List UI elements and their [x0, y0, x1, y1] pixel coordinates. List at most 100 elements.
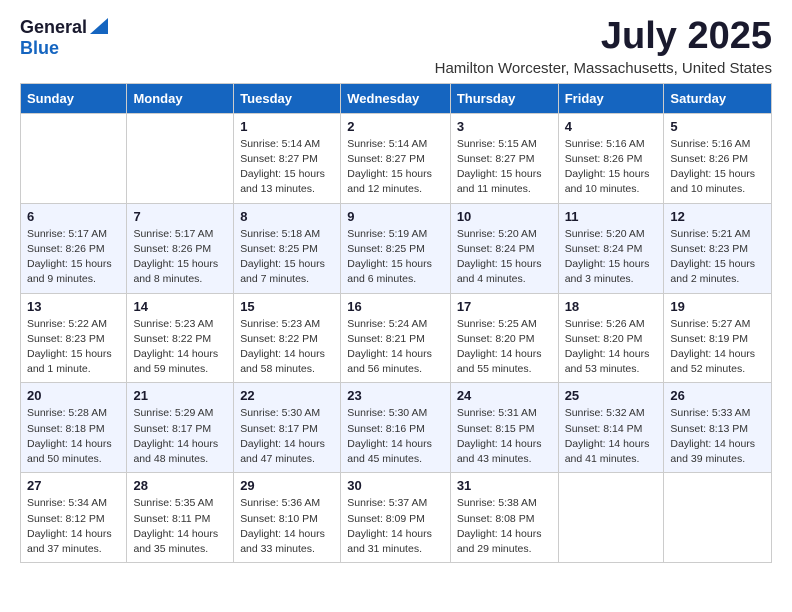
day-number: 7: [133, 209, 227, 224]
logo-triangle-icon: [90, 18, 108, 39]
table-row: 11 Sunrise: 5:20 AMSunset: 8:24 PMDayligh…: [558, 203, 664, 293]
day-info: Sunrise: 5:28 AMSunset: 8:18 PMDaylight:…: [27, 406, 120, 467]
day-info: Sunrise: 5:23 AMSunset: 8:22 PMDaylight:…: [240, 317, 334, 378]
day-number: 6: [27, 209, 120, 224]
day-number: 28: [133, 478, 227, 493]
table-row: 14 Sunrise: 5:23 AMSunset: 8:22 PMDayligh…: [127, 293, 234, 383]
day-info: Sunrise: 5:20 AMSunset: 8:24 PMDaylight:…: [457, 227, 552, 288]
day-number: 14: [133, 299, 227, 314]
table-row: 2Sunrise: 5:14 AMSunset: 8:27 PMDaylight…: [341, 113, 451, 203]
day-info: Sunrise: 5:23 AMSunset: 8:22 PMDaylight:…: [133, 317, 227, 378]
day-info: Sunrise: 5:30 AMSunset: 8:17 PMDaylight:…: [240, 406, 334, 467]
calendar-week-row: 13Sunrise: 5:22 AMSunset: 8:23 PMDayligh…: [21, 293, 772, 383]
day-number: 29: [240, 478, 334, 493]
day-info: Sunrise: 5:37 AMSunset: 8:09 PMDaylight:…: [347, 496, 444, 557]
day-number: 11: [565, 209, 658, 224]
table-row: 19 Sunrise: 5:27 AMSunset: 8:19 PMDayligh…: [664, 293, 772, 383]
day-info: Sunrise: 5:30 AMSunset: 8:16 PMDaylight:…: [347, 406, 444, 467]
day-info: Sunrise: 5:33 AMSunset: 8:13 PMDaylight:…: [670, 406, 765, 467]
table-row: 31 Sunrise: 5:38 AMSunset: 8:08 PMDayligh…: [450, 473, 558, 563]
table-row: 12 Sunrise: 5:21 AMSunset: 8:23 PMDayligh…: [664, 203, 772, 293]
calendar-header-row: Sunday Monday Tuesday Wednesday Thursday…: [21, 83, 772, 113]
table-row: 8 Sunrise: 5:18 AMSunset: 8:25 PMDaylight…: [234, 203, 341, 293]
table-row: 7 Sunrise: 5:17 AMSunset: 8:26 PMDaylight…: [127, 203, 234, 293]
header-wednesday: Wednesday: [341, 83, 451, 113]
table-row: [664, 473, 772, 563]
day-info: Sunrise: 5:31 AMSunset: 8:15 PMDaylight:…: [457, 406, 552, 467]
day-number: 13: [27, 299, 120, 314]
day-number: 15: [240, 299, 334, 314]
table-row: 18 Sunrise: 5:26 AMSunset: 8:20 PMDayligh…: [558, 293, 664, 383]
table-row: 10Sunrise: 5:20 AMSunset: 8:24 PMDayligh…: [450, 203, 558, 293]
calendar-week-row: 27 Sunrise: 5:34 AMSunset: 8:12 PMDayligh…: [21, 473, 772, 563]
day-number: 22: [240, 388, 334, 403]
table-row: 4 Sunrise: 5:16 AMSunset: 8:26 PMDaylight…: [558, 113, 664, 203]
day-info: Sunrise: 5:15 AMSunset: 8:27 PMDaylight:…: [457, 137, 552, 198]
header-sunday: Sunday: [21, 83, 127, 113]
day-number: 24: [457, 388, 552, 403]
day-number: 18: [565, 299, 658, 314]
table-row: 26 Sunrise: 5:33 AMSunset: 8:13 PMDayligh…: [664, 383, 772, 473]
day-number: 8: [240, 209, 334, 224]
day-number: 19: [670, 299, 765, 314]
table-row: 13Sunrise: 5:22 AMSunset: 8:23 PMDayligh…: [21, 293, 127, 383]
day-info: Sunrise: 5:14 AMSunset: 8:27 PMDaylight:…: [347, 137, 444, 198]
header-monday: Monday: [127, 83, 234, 113]
day-number: 3: [457, 119, 552, 134]
day-info: Sunrise: 5:27 AMSunset: 8:19 PMDaylight:…: [670, 317, 765, 378]
day-info: Sunrise: 5:17 AMSunset: 8:26 PMDaylight:…: [27, 227, 120, 288]
day-number: 12: [670, 209, 765, 224]
table-row: 28Sunrise: 5:35 AMSunset: 8:11 PMDayligh…: [127, 473, 234, 563]
day-number: 4: [565, 119, 658, 134]
day-info: Sunrise: 5:38 AMSunset: 8:08 PMDaylight:…: [457, 496, 552, 557]
day-info: Sunrise: 5:17 AMSunset: 8:26 PMDaylight:…: [133, 227, 227, 288]
table-row: 23 Sunrise: 5:30 AMSunset: 8:16 PMDayligh…: [341, 383, 451, 473]
table-row: 21 Sunrise: 5:29 AMSunset: 8:17 PMDayligh…: [127, 383, 234, 473]
table-row: 29 Sunrise: 5:36 AMSunset: 8:10 PMDayligh…: [234, 473, 341, 563]
day-number: 1: [240, 119, 334, 134]
day-info: Sunrise: 5:21 AMSunset: 8:23 PMDaylight:…: [670, 227, 765, 288]
day-info: Sunrise: 5:14 AMSunset: 8:27 PMDaylight:…: [240, 137, 334, 198]
day-number: 31: [457, 478, 552, 493]
table-row: [21, 113, 127, 203]
day-info: Sunrise: 5:26 AMSunset: 8:20 PMDaylight:…: [565, 317, 658, 378]
header-thursday: Thursday: [450, 83, 558, 113]
table-row: 27 Sunrise: 5:34 AMSunset: 8:12 PMDayligh…: [21, 473, 127, 563]
day-info: Sunrise: 5:34 AMSunset: 8:12 PMDaylight:…: [27, 496, 120, 557]
day-info: Sunrise: 5:18 AMSunset: 8:25 PMDaylight:…: [240, 227, 334, 288]
table-row: 9 Sunrise: 5:19 AMSunset: 8:25 PMDaylight…: [341, 203, 451, 293]
day-number: 9: [347, 209, 444, 224]
day-info: Sunrise: 5:32 AMSunset: 8:14 PMDaylight:…: [565, 406, 658, 467]
day-info: Sunrise: 5:19 AMSunset: 8:25 PMDaylight:…: [347, 227, 444, 288]
table-row: 6 Sunrise: 5:17 AMSunset: 8:26 PMDaylight…: [21, 203, 127, 293]
day-info: Sunrise: 5:36 AMSunset: 8:10 PMDaylight:…: [240, 496, 334, 557]
day-number: 21: [133, 388, 227, 403]
logo-blue: Blue: [20, 38, 59, 58]
table-row: 15 Sunrise: 5:23 AMSunset: 8:22 PMDayligh…: [234, 293, 341, 383]
title-block: July 2025 Hamilton Worcester, Massachuse…: [435, 16, 772, 77]
day-info: Sunrise: 5:29 AMSunset: 8:17 PMDaylight:…: [133, 406, 227, 467]
table-row: 17Sunrise: 5:25 AMSunset: 8:20 PMDayligh…: [450, 293, 558, 383]
day-number: 16: [347, 299, 444, 314]
day-number: 27: [27, 478, 120, 493]
table-row: 3 Sunrise: 5:15 AMSunset: 8:27 PMDaylight…: [450, 113, 558, 203]
table-row: [558, 473, 664, 563]
header-saturday: Saturday: [664, 83, 772, 113]
day-number: 23: [347, 388, 444, 403]
table-row: 24 Sunrise: 5:31 AMSunset: 8:15 PMDayligh…: [450, 383, 558, 473]
day-number: 26: [670, 388, 765, 403]
table-row: 30Sunrise: 5:37 AMSunset: 8:09 PMDayligh…: [341, 473, 451, 563]
calendar-week-row: 20Sunrise: 5:28 AMSunset: 8:18 PMDayligh…: [21, 383, 772, 473]
header-tuesday: Tuesday: [234, 83, 341, 113]
day-info: Sunrise: 5:24 AMSunset: 8:21 PMDaylight:…: [347, 317, 444, 378]
day-number: 5: [670, 119, 765, 134]
table-row: 1 Sunrise: 5:14 AMSunset: 8:27 PMDaylight…: [234, 113, 341, 203]
day-number: 17: [457, 299, 552, 314]
day-info: Sunrise: 5:16 AMSunset: 8:26 PMDaylight:…: [565, 137, 658, 198]
table-row: 22 Sunrise: 5:30 AMSunset: 8:17 PMDayligh…: [234, 383, 341, 473]
calendar-week-row: 1 Sunrise: 5:14 AMSunset: 8:27 PMDaylight…: [21, 113, 772, 203]
day-info: Sunrise: 5:20 AMSunset: 8:24 PMDaylight:…: [565, 227, 658, 288]
page-subtitle: Hamilton Worcester, Massachusetts, Unite…: [435, 60, 772, 77]
header-friday: Friday: [558, 83, 664, 113]
logo: General Blue: [20, 16, 108, 59]
